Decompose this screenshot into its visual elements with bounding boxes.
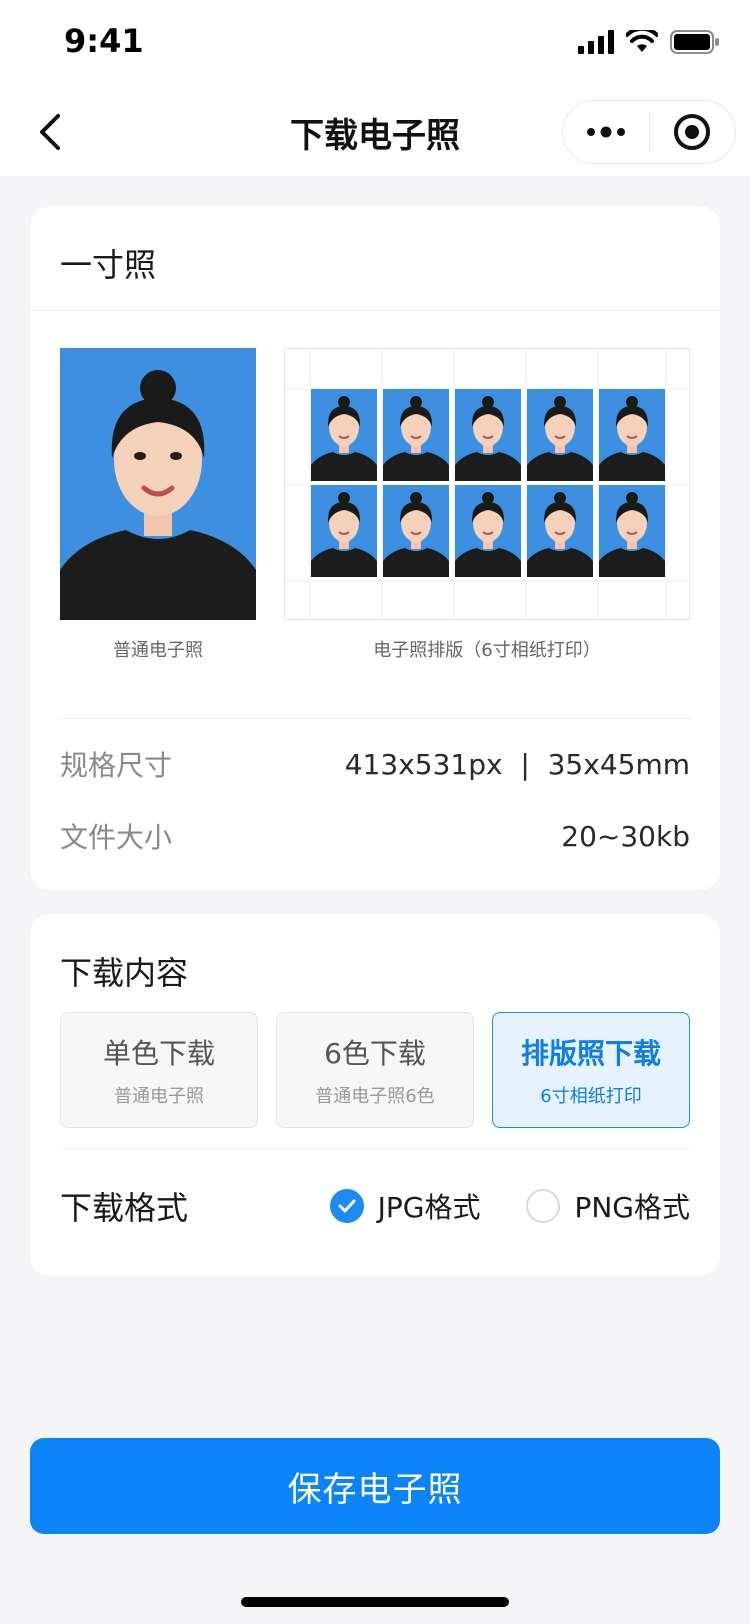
status-time: 9:41 <box>64 22 144 60</box>
layout-thumbnail <box>311 389 377 481</box>
spec-row-filesize: 文件大小 20~30kb <box>60 796 690 876</box>
home-indicator <box>241 1597 509 1607</box>
wifi-icon <box>626 30 658 52</box>
single-photo-caption: 普通电子照 <box>113 640 203 661</box>
save-photo-button[interactable]: 保存电子照 <box>30 1438 720 1534</box>
photo-size-title: 一寸照 <box>60 246 157 284</box>
layout-thumbnail <box>455 485 521 577</box>
download-options: 单色下载 普通电子照 6色下载 普通电子照6色 排版照下载 6寸相纸打印 <box>60 1012 690 1128</box>
option-layout-photo[interactable]: 排版照下载 6寸相纸打印 <box>492 1012 690 1128</box>
format-jpg-label: JPG格式 <box>377 1191 481 1224</box>
single-photo-preview[interactable] <box>60 348 256 620</box>
option-title: 排版照下载 <box>520 1037 661 1070</box>
layout-thumbnail <box>527 389 593 481</box>
layout-thumbnail <box>383 389 449 481</box>
option-six-color[interactable]: 6色下载 普通电子照6色 <box>276 1012 474 1128</box>
portrait-image <box>60 348 256 620</box>
format-options: JPG格式 PNG格式 <box>329 1186 690 1226</box>
layout-thumbnail <box>455 389 521 481</box>
target-icon <box>674 114 711 150</box>
format-png-radio[interactable]: PNG格式 <box>526 1186 690 1226</box>
option-subtitle: 普通电子照 <box>114 1086 204 1107</box>
download-card: 下载内容 单色下载 普通电子照 6色下载 普通电子照6色 排版照下载 6寸相纸打… <box>30 914 720 1276</box>
photo-card: 一寸照 普通电子照 电子照排版（6寸相纸打印） 规格尺寸 413x531px |… <box>30 206 720 890</box>
layout-thumbnail <box>311 485 377 577</box>
option-subtitle: 6寸相纸打印 <box>540 1086 642 1107</box>
format-jpg-radio[interactable]: JPG格式 <box>329 1186 481 1226</box>
more-dots-icon <box>586 126 625 138</box>
option-title: 6色下载 <box>324 1037 426 1070</box>
nav-bar: 下载电子照 <box>0 88 750 176</box>
spec-value: 413x531px | 35x45mm <box>344 747 690 781</box>
layout-thumbnail <box>527 485 593 577</box>
layout-thumbnail <box>599 389 665 481</box>
spec-row-size: 规格尺寸 413x531px | 35x45mm <box>60 724 690 804</box>
close-mini-program-button[interactable] <box>650 112 736 152</box>
option-single-color[interactable]: 单色下载 普通电子照 <box>60 1012 258 1128</box>
format-png-label: PNG格式 <box>574 1191 690 1224</box>
radio-checked-icon <box>329 1189 364 1223</box>
download-content-title: 下载内容 <box>60 954 189 992</box>
card-divider <box>60 718 690 719</box>
option-title: 单色下载 <box>102 1037 215 1070</box>
radio-unchecked-icon <box>526 1189 561 1223</box>
mini-program-capsule <box>562 100 736 164</box>
layout-caption: 电子照排版（6寸相纸打印） <box>373 640 601 661</box>
spec-label: 规格尺寸 <box>60 749 173 782</box>
more-button[interactable] <box>563 126 649 138</box>
layout-sheet-preview[interactable] <box>284 348 690 620</box>
spec-label: 文件大小 <box>60 821 173 854</box>
spec-value: 20~30kb <box>561 819 690 853</box>
card-divider <box>60 1148 690 1149</box>
cellular-signal-icon <box>578 30 614 54</box>
status-icons <box>578 30 720 54</box>
status-bar: 9:41 <box>0 0 750 88</box>
layout-thumbnail <box>383 485 449 577</box>
option-subtitle: 普通电子照6色 <box>315 1086 435 1107</box>
layout-thumbnail <box>599 485 665 577</box>
battery-icon <box>670 30 719 54</box>
checkmark-icon <box>338 1199 356 1213</box>
format-row: 下载格式 JPG格式 PNG格式 <box>60 1166 690 1246</box>
card-divider <box>30 310 720 311</box>
format-label: 下载格式 <box>60 1189 189 1227</box>
